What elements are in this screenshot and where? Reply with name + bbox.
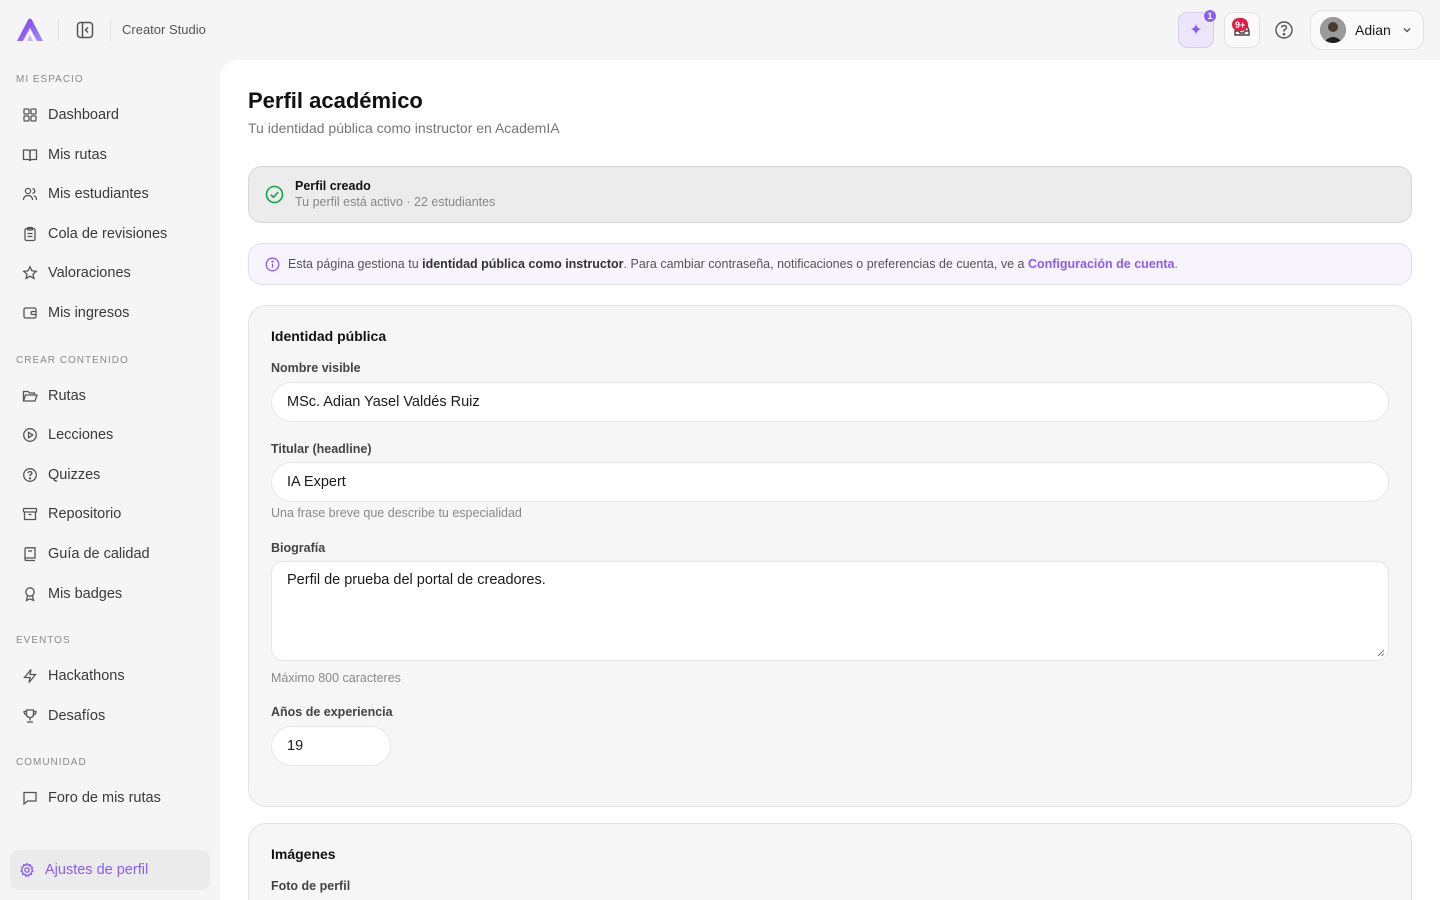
- sidebar-item-dashboard[interactable]: Dashboard: [12, 97, 210, 133]
- section-label-eventos: EVENTOS: [16, 635, 71, 646]
- sidebar-item-label: Foro de mis rutas: [48, 790, 161, 806]
- status-subtitle: Tu perfil está activo · 22 estudiantes: [295, 195, 496, 209]
- sidebar-item-rutas[interactable]: Rutas: [12, 378, 210, 414]
- profile-photo-label: Foto de perfil: [271, 879, 351, 893]
- book-open-icon: [22, 149, 38, 162]
- ai-badge: 1: [1203, 9, 1217, 23]
- info-text-prefix: Esta página gestiona tu: [288, 257, 423, 271]
- clipboard-icon: [24, 226, 36, 242]
- info-icon: [265, 257, 280, 271]
- question-circle-icon: [23, 468, 37, 482]
- page-title: Perfil académico: [248, 88, 423, 113]
- sparkle-icon: ✦: [1189, 22, 1203, 39]
- sidebar-item-label: Repositorio: [48, 506, 122, 522]
- years-input[interactable]: 19: [271, 726, 391, 766]
- display-name-label: Nombre visible: [271, 361, 361, 375]
- sidebar-item-label: Rutas: [48, 388, 86, 404]
- trophy-icon: [23, 709, 37, 723]
- sidebar-item-guia-calidad[interactable]: Guía de calidad: [12, 536, 210, 572]
- check-circle-icon: [265, 185, 284, 204]
- play-circle-icon: [23, 428, 37, 442]
- main-panel: Perfil académico Tu identidad pública co…: [220, 60, 1440, 900]
- images-card-title: Imágenes: [271, 846, 336, 862]
- sidebar-item-ajustes-perfil[interactable]: Ajustes de perfil: [10, 850, 210, 890]
- bio-textarea[interactable]: Perfil de prueba del portal de creadores…: [271, 561, 1389, 661]
- identity-card: Identidad pública Nombre visible MSc. Ad…: [248, 305, 1412, 807]
- sidebar-item-label: Ajustes de perfil: [45, 862, 149, 878]
- bio-label: Biografía: [271, 541, 326, 555]
- sidebar-item-quizzes[interactable]: Quizzes: [12, 457, 210, 493]
- headline-input[interactable]: IA Expert: [271, 462, 1389, 502]
- profile-status-card: Perfil creado Tu perfil está activo · 22…: [248, 166, 1412, 223]
- identity-card-title: Identidad pública: [271, 328, 387, 344]
- sidebar-item-mis-estudiantes[interactable]: Mis estudiantes: [12, 176, 210, 212]
- message-square-icon: [23, 791, 37, 806]
- page-subtitle: Tu identidad pública como instructor en …: [248, 120, 560, 136]
- sidebar-item-label: Mis ingresos: [48, 305, 130, 321]
- divider: [110, 19, 111, 41]
- display-name-input[interactable]: MSc. Adian Yasel Valdés Ruiz: [271, 382, 1389, 422]
- sidebar-item-valoraciones[interactable]: Valoraciones: [12, 255, 210, 291]
- bio-text: Perfil de prueba del portal de creadores…: [287, 572, 546, 588]
- years-label: Años de experiencia: [271, 705, 393, 719]
- top-bar: Creator Studio ✦ 1 9+ Adian: [0, 0, 1440, 60]
- section-label-comunidad: COMUNIDAD: [16, 757, 87, 768]
- sidebar: MI ESPACIO Dashboard Mis rutas Mis estud…: [0, 60, 220, 900]
- sidebar-item-foro[interactable]: Foro de mis rutas: [12, 780, 210, 816]
- sidebar-item-label: Mis estudiantes: [48, 186, 149, 202]
- sidebar-item-label: Valoraciones: [48, 265, 131, 281]
- book-icon: [24, 547, 36, 562]
- help-icon[interactable]: [1274, 20, 1294, 40]
- studio-label: Creator Studio: [122, 22, 206, 37]
- sidebar-item-desafios[interactable]: Desafíos: [12, 698, 210, 734]
- info-text-suffix: .: [1174, 257, 1178, 271]
- sidebar-item-lecciones[interactable]: Lecciones: [12, 417, 210, 453]
- divider: [58, 19, 59, 41]
- bio-help: Máximo 800 caracteres: [271, 671, 401, 685]
- sidebar-item-mis-badges[interactable]: Mis badges: [12, 576, 210, 612]
- info-banner: Esta página gestiona tu identidad públic…: [248, 243, 1412, 285]
- images-card: Imágenes Foto de perfil: [248, 823, 1412, 900]
- sidebar-item-mis-ingresos[interactable]: Mis ingresos: [12, 295, 210, 331]
- user-menu-button[interactable]: Adian: [1310, 10, 1424, 50]
- sidebar-item-label: Dashboard: [48, 107, 119, 123]
- avatar: [1320, 17, 1346, 43]
- section-label-mi-espacio: MI ESPACIO: [16, 74, 84, 85]
- info-text-middle: . Para cambiar contraseña, notificacione…: [623, 257, 1028, 271]
- award-icon: [25, 587, 35, 602]
- sidebar-toggle-icon[interactable]: [76, 21, 94, 39]
- sidebar-item-cola-revisiones[interactable]: Cola de revisiones: [12, 216, 210, 252]
- chevron-down-icon: [1403, 28, 1411, 33]
- folder-open-icon: [22, 390, 38, 402]
- resize-handle-icon[interactable]: [1377, 649, 1385, 657]
- sidebar-item-hackathons[interactable]: Hackathons: [12, 658, 210, 694]
- sidebar-item-label: Mis badges: [48, 586, 123, 602]
- academia-logo-icon[interactable]: [15, 17, 45, 43]
- sidebar-item-label: Quizzes: [48, 467, 101, 483]
- wallet-icon: [23, 307, 37, 319]
- sidebar-item-label: Mis rutas: [48, 147, 107, 163]
- grid-icon: [23, 108, 37, 122]
- users-icon: [22, 187, 38, 201]
- sidebar-item-label: Cola de revisiones: [48, 226, 168, 242]
- sidebar-item-label: Desafíos: [48, 708, 106, 724]
- star-icon: [22, 265, 38, 280]
- gear-icon: [20, 862, 34, 878]
- sidebar-item-mis-rutas[interactable]: Mis rutas: [12, 137, 210, 173]
- notifications-badge: 9+: [1232, 18, 1249, 31]
- section-label-crear-contenido: CREAR CONTENIDO: [16, 355, 129, 366]
- archive-icon: [22, 507, 38, 521]
- headline-label: Titular (headline): [271, 442, 372, 456]
- zap-icon: [23, 669, 37, 683]
- info-text-bold: identidad pública como instructor: [422, 257, 624, 271]
- sidebar-item-repositorio[interactable]: Repositorio: [12, 496, 210, 532]
- account-settings-link[interactable]: Configuración de cuenta: [1028, 257, 1175, 271]
- sidebar-item-label: Hackathons: [48, 668, 125, 684]
- sidebar-item-label: Guía de calidad: [48, 546, 150, 562]
- headline-help: Una frase breve que describe tu especial…: [271, 506, 522, 520]
- sidebar-item-label: Lecciones: [48, 427, 114, 443]
- user-name: Adian: [1355, 22, 1391, 38]
- status-title: Perfil creado: [295, 179, 371, 193]
